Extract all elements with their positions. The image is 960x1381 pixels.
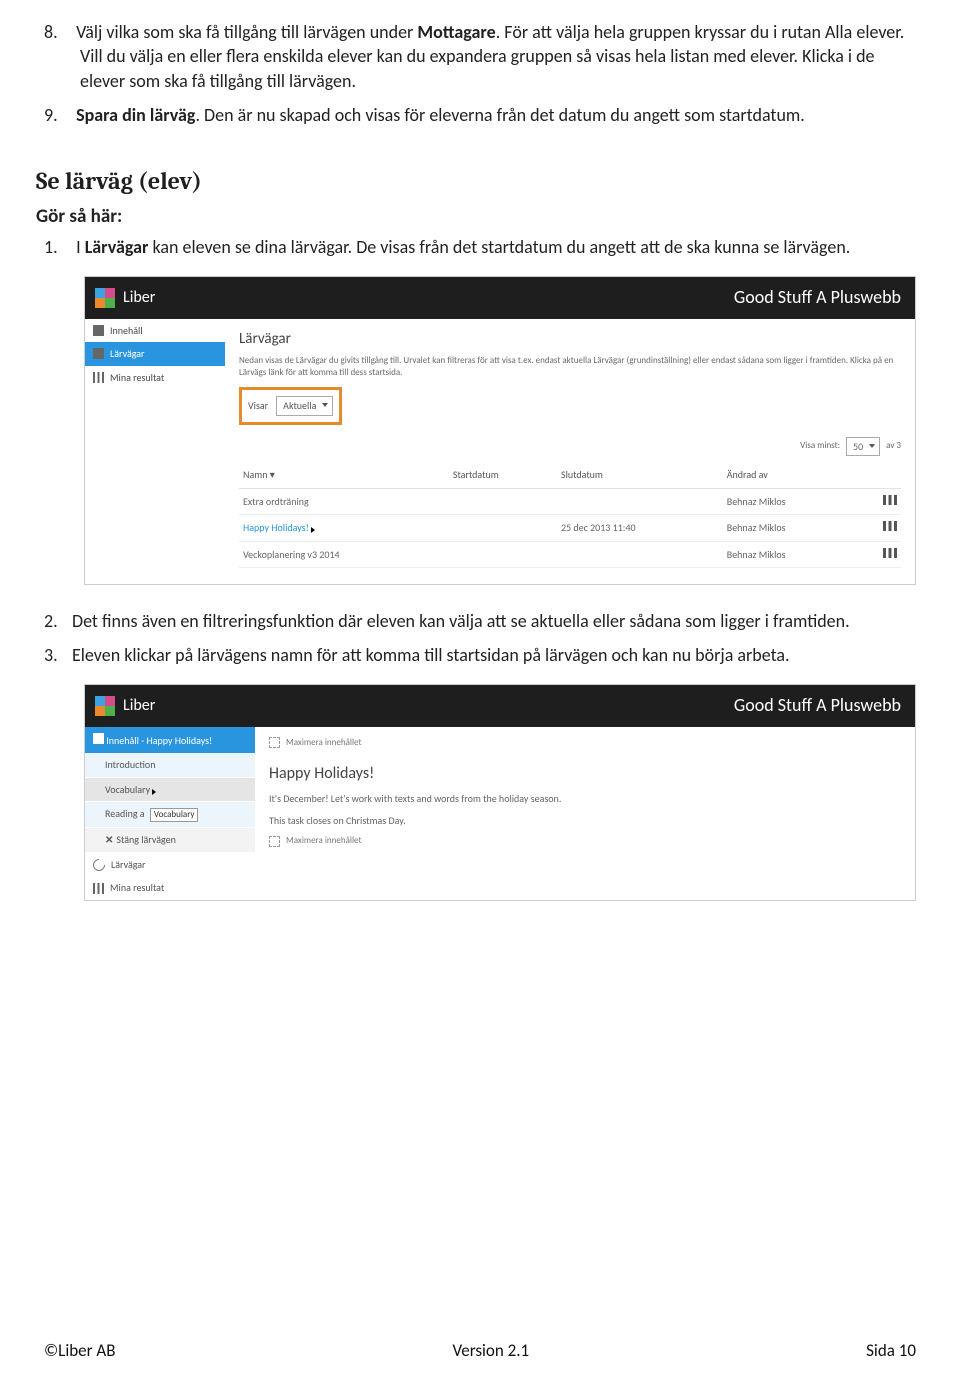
col-namn[interactable]: Namn ▾ <box>239 462 449 488</box>
sidebar-item-mina-resultat[interactable]: Mina resultat <box>85 366 225 390</box>
step-b1: I Lärvägar kan eleven se dina lärvägar. … <box>72 235 916 259</box>
table-row: Extra ordträning Behnaz Miklos <box>239 488 901 515</box>
book-icon <box>93 325 104 336</box>
step-8: Välj vilka som ska få tillgång till lärv… <box>72 20 916 93</box>
sidebar-item-vocabulary[interactable]: Vocabulary <box>85 778 255 803</box>
row-link-happy-holidays[interactable]: Happy Holidays! <box>243 521 309 534</box>
brand-logo: Liber <box>95 287 155 309</box>
step-b3: Eleven klickar på lärvägens namn för att… <box>72 643 916 667</box>
main-description: Nedan visas de Lärvägar du givits tillgå… <box>239 355 901 379</box>
cursor-icon <box>311 527 315 533</box>
table-row: Happy Holidays! 25 dec 2013 11:40 Behnaz… <box>239 515 901 542</box>
sidebar: Innehåll Lärvägar Mina resultat <box>85 319 225 585</box>
app-header: Liber Good Stuff A Pluswebb <box>85 277 915 319</box>
refresh-icon <box>91 856 108 873</box>
close-icon: ✕ <box>105 833 113 846</box>
brand-logo: Liber <box>95 695 155 717</box>
book-icon <box>93 733 104 744</box>
sidebar-item-reading[interactable]: Reading a Vocabulary <box>85 802 255 828</box>
sidebar-item-larvagar[interactable]: Lärvägar <box>85 342 225 366</box>
product-title: Good Stuff A Pluswebb <box>734 285 901 309</box>
content-title: Happy Holidays! <box>269 763 901 785</box>
product-title: Good Stuff A Pluswebb <box>734 693 901 717</box>
bars-icon <box>93 372 104 383</box>
sidebar-item-innehall[interactable]: Innehåll <box>85 319 225 343</box>
row-name[interactable]: Extra ordträning <box>243 495 309 508</box>
sidebar-item-mina-resultat[interactable]: Mina resultat <box>85 876 255 900</box>
ordered-list-1-3: I Lärvägar kan eleven se dina lärvägar. … <box>72 235 916 259</box>
footer-mid: Version 2.1 <box>452 1340 529 1363</box>
screenshot-larvagar: Liber Good Stuff A Pluswebb Innehåll Lär… <box>84 276 916 586</box>
expand-icon <box>269 737 280 748</box>
sidebar-item-introduction[interactable]: Introduction <box>85 753 255 778</box>
subheading: Gör så här: <box>36 204 916 230</box>
bars-icon <box>93 883 104 894</box>
col-startdatum[interactable]: Startdatum <box>449 462 557 488</box>
main-title: Lärvägar <box>239 329 901 349</box>
footer-left: ©Liber AB <box>44 1340 115 1363</box>
maximize-row[interactable]: Maximera innehållet <box>269 737 901 749</box>
sidebar-item-larvagar[interactable]: Lärvägar <box>85 853 255 877</box>
section-title: Se lärväg (elev) <box>36 165 916 197</box>
book-icon <box>93 348 104 359</box>
page-footer: ©Liber AB Version 2.1 Sida 10 <box>44 1340 916 1363</box>
step-b2: Det finns även en filtreringsfunktion dä… <box>72 609 916 633</box>
content-line-2: This task closes on Christmas Day. <box>269 814 901 828</box>
sidebar-head[interactable]: Innehåll - Happy Holidays! <box>85 727 255 754</box>
ordered-list-2-3: Det finns även en filtreringsfunktion dä… <box>72 609 916 668</box>
table-row: Veckoplanering v3 2014 Behnaz Miklos <box>239 541 901 568</box>
filter-box-highlight: Visar Aktuella <box>239 387 342 425</box>
content-line-1: It's December! Let's work with texts and… <box>269 792 901 806</box>
show-tail: av 3 <box>886 440 901 452</box>
maximize-row-bottom[interactable]: Maximera innehållet <box>269 835 901 847</box>
col-andrad[interactable]: Ändrad av <box>723 462 857 488</box>
brand-name: Liber <box>123 287 155 309</box>
stats-icon[interactable] <box>883 495 897 505</box>
filter-dropdown[interactable]: Aktuella <box>276 396 333 416</box>
sidebar: Innehåll - Happy Holidays! Introduction … <box>85 727 255 900</box>
col-slutdatum[interactable]: Slutdatum <box>557 462 723 488</box>
app-header: Liber Good Stuff A Pluswebb <box>85 685 915 727</box>
logo-icon <box>95 696 115 716</box>
larvagar-table: Namn ▾ Startdatum Slutdatum Ändrad av Ex… <box>239 462 901 568</box>
show-label: Visa minst: <box>800 440 840 452</box>
footer-right: Sida 10 <box>866 1340 916 1363</box>
screenshot-happy-holidays: Liber Good Stuff A Pluswebb Innehåll - H… <box>84 684 916 901</box>
logo-icon <box>95 288 115 308</box>
sidebar-item-close-larvagen[interactable]: ✕Stäng lärvägen <box>85 828 255 853</box>
row-name[interactable]: Veckoplanering v3 2014 <box>243 548 340 561</box>
brand-name: Liber <box>123 695 155 717</box>
tooltip: Vocabulary <box>150 808 199 822</box>
show-count-dropdown[interactable]: 50 <box>846 437 880 457</box>
expand-icon <box>269 836 280 847</box>
step-9: Spara din lärväg. Den är nu skapad och v… <box>72 103 916 127</box>
filter-label: Visar <box>248 399 268 413</box>
ordered-list-8-9: Välj vilka som ska få tillgång till lärv… <box>72 20 916 127</box>
stats-icon[interactable] <box>883 521 897 531</box>
cursor-icon <box>152 789 156 795</box>
stats-icon[interactable] <box>883 548 897 558</box>
